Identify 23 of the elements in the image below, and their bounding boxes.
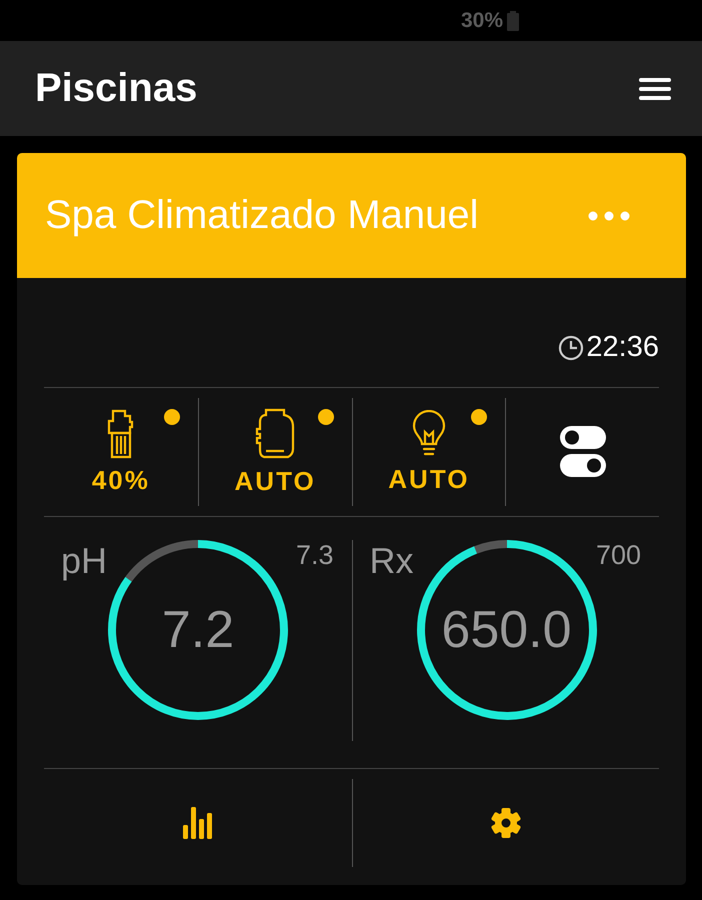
device-mode: AUTO xyxy=(388,464,470,494)
battery-percentage: 30% xyxy=(461,8,504,32)
device-mode: 40% xyxy=(92,464,150,496)
menu-icon[interactable] xyxy=(639,78,671,100)
target-value: 7.3 xyxy=(296,540,334,571)
sensor-reading: 650.0 xyxy=(441,600,572,660)
device-mode: AUTO xyxy=(234,466,316,496)
pool-name: Spa Climatizado Manuel xyxy=(45,193,479,238)
sensor-reading: 7.2 xyxy=(162,600,234,660)
clock-icon xyxy=(558,334,584,360)
time-label: 22:36 xyxy=(586,331,659,364)
battery-icon xyxy=(507,10,520,30)
settings-icon[interactable] xyxy=(490,807,522,839)
lightbulb-icon xyxy=(412,410,446,458)
sensor-name: pH xyxy=(61,540,108,582)
target-value: 700 xyxy=(596,540,641,571)
toggle-switches-icon xyxy=(560,426,606,478)
gauge-track xyxy=(474,540,507,554)
sensor-name: Rx xyxy=(370,540,414,582)
heater-icon xyxy=(254,408,296,460)
app-title: Piscinas xyxy=(35,66,198,111)
pump-icon xyxy=(106,408,135,458)
bar-chart-icon[interactable] xyxy=(182,807,213,839)
